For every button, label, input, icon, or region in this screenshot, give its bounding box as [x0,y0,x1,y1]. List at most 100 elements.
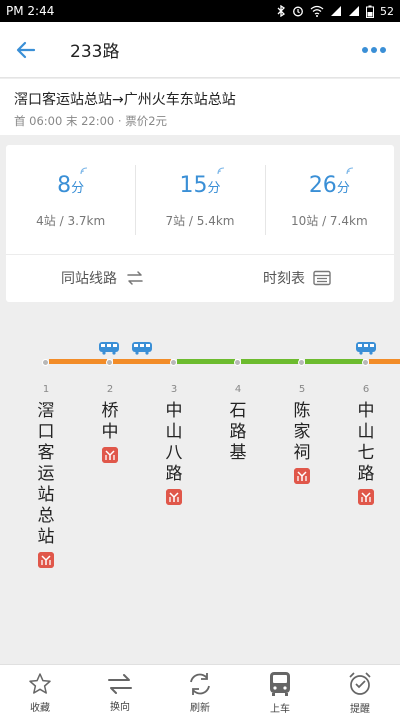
timetable-button[interactable]: 时刻表 [200,268,394,288]
more-dots-icon [362,46,386,53]
bluetooth-icon [277,5,286,17]
arrival-minutes: 8分 [57,167,88,198]
swap-icon [108,673,132,694]
favorite-label: 收藏 [30,702,50,714]
swap-direction-button[interactable]: 换向 [80,665,160,720]
metro-icon [38,552,54,568]
favorite-button[interactable]: 收藏 [0,665,80,720]
battery-icon [366,5,374,18]
same-station-routes-label: 同站线路 [61,271,117,287]
arrival-minutes-value: 8 [57,173,72,198]
app-bar: 233路 [0,22,400,78]
back-button[interactable] [0,22,52,78]
arrival-distance: 10站 / 7.4km [290,214,368,228]
timetable-icon [313,270,331,286]
metro-icon [358,489,374,505]
arrival-minutes-value: 15 [179,173,208,198]
timetable-label: 时刻表 [263,271,305,287]
stop-dot [42,359,49,366]
bus-stop[interactable]: 1 滘口客运站总站 [34,384,58,572]
arrival-item[interactable]: 8分 4站 / 3.7km [6,145,135,254]
bus-stop[interactable]: 3 中山八路 [162,384,186,509]
wifi-icon [310,5,324,17]
actions-row: 同站线路 时刻表 [6,255,394,301]
segment-slow [113,359,171,364]
segment-fast [177,359,235,364]
bus-board-icon [270,671,290,696]
refresh-button[interactable]: 刷新 [160,665,240,720]
realtime-signal-icon [346,167,353,175]
signal-icon [331,6,341,16]
realtime-signal-icon [216,167,224,175]
stop-name: 桥中 [101,401,119,442]
reminder-button[interactable]: 提醒 [320,665,400,720]
arrival-distance: 4站 / 3.7km [36,214,106,228]
star-icon [29,672,51,694]
more-button[interactable] [348,22,400,78]
stop-number: 2 [106,384,114,395]
arrivals-card: 8分 4站 / 3.7km 15分 7站 / 5.4km 26分 10站 / 7… [6,145,394,302]
status-time: PM 2:44 [6,4,55,18]
metro-icon [294,468,310,484]
arrival-minutes: 26分 [308,167,353,198]
refresh-label: 刷新 [190,702,210,714]
arrival-minutes-value: 26 [308,173,337,198]
status-icons: 52 [276,5,394,18]
route-direction: 滘口客运站总站→广州火车东站总站 [14,92,236,108]
arrival-minutes-unit: 分 [71,181,85,196]
stop-name: 石路基 [229,401,247,463]
stop-dot [234,359,241,366]
alarm-icon [349,671,371,695]
arrival-item[interactable]: 15分 7站 / 5.4km [135,145,264,254]
arrival-minutes: 15分 [179,167,224,198]
bus-icon[interactable] [98,341,120,355]
signal-icon-2 [349,6,359,16]
refresh-icon [190,672,210,695]
alarm-status-icon [293,6,303,17]
bus-stop[interactable]: 5 陈家祠 [290,384,314,488]
stop-name: 中山八路 [165,401,183,484]
stop-dot [298,359,305,366]
battery-level: 52 [380,4,394,18]
stop-dot [170,359,177,366]
swap-label: 换向 [110,701,130,713]
bus-stop[interactable]: 4 石路基 [226,384,250,464]
segment-slow [49,359,107,364]
stop-number: 4 [234,384,242,395]
bus-icon[interactable] [131,341,153,355]
stop-number: 1 [42,384,50,395]
same-station-routes-button[interactable]: 同站线路 [6,268,200,288]
transfer-icon [127,271,143,285]
segment-fast [241,359,299,364]
realtime-signal-icon [80,167,88,175]
bus-icon[interactable] [355,341,377,355]
arrival-minutes-unit: 分 [207,181,221,196]
route-hours: 首 06:00 末 22:00 · 票价2元 [14,114,168,128]
route-map [0,312,400,664]
route-info: 滘口客运站总站→广州火车东站总站 首 06:00 末 22:00 · 票价2元 [0,79,400,135]
arrival-item[interactable]: 26分 10站 / 7.4km [264,145,394,254]
bottom-nav: 收藏 换向 刷新 上车 提醒 [0,664,400,720]
bus-stop[interactable]: 2 桥中 [98,384,122,467]
board-bus-button[interactable]: 上车 [240,665,320,720]
metro-icon [102,447,118,463]
segment-slow [369,359,400,364]
stop-name: 中山七路 [357,401,375,484]
arrival-minutes-unit: 分 [336,181,350,196]
stop-name: 陈家祠 [293,401,311,463]
stop-number: 3 [170,384,178,395]
board-bus-label: 上车 [270,703,290,715]
page-title: 233路 [70,42,120,62]
reminder-label: 提醒 [350,703,370,715]
status-bar: PM 2:44 52 [0,0,400,22]
metro-icon [166,489,182,505]
back-arrow-icon [16,41,36,58]
bus-stop[interactable]: 6 中山七路 [354,384,378,509]
stop-number: 6 [362,384,370,395]
stop-dot [106,359,113,366]
arrivals-row: 8分 4站 / 3.7km 15分 7站 / 5.4km 26分 10站 / 7… [6,145,394,255]
stop-dot [362,359,369,366]
stop-number: 5 [298,384,306,395]
stop-name: 滘口客运站总站 [37,401,55,547]
arrival-distance: 7站 / 5.4km [165,214,235,228]
